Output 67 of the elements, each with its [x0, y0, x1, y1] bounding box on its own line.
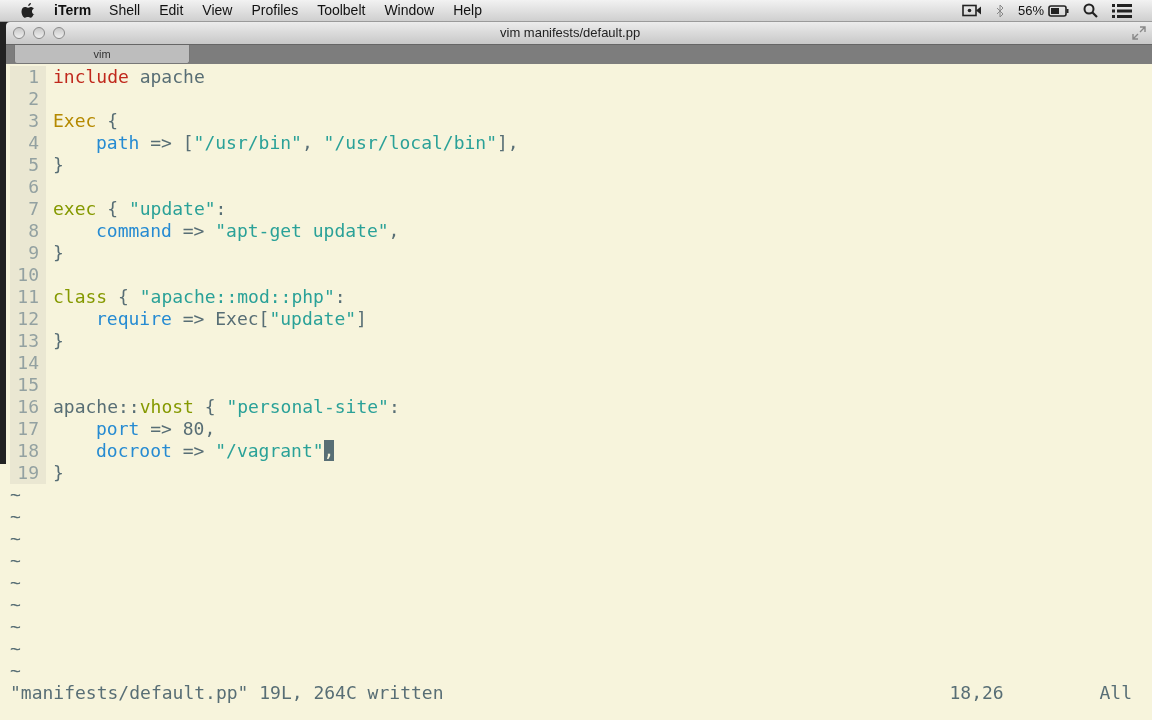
line-number: 16: [10, 396, 46, 418]
line-number: 4: [10, 132, 46, 154]
menu-item[interactable]: View: [202, 0, 233, 21]
apple-icon[interactable]: [20, 2, 36, 19]
battery-icon[interactable]: [1048, 4, 1069, 17]
empty-line-marker: ~: [10, 484, 21, 506]
empty-line-marker: ~: [10, 616, 21, 638]
line-number: 12: [10, 308, 46, 330]
line-number: 2: [10, 88, 46, 110]
line-number: 3: [10, 110, 46, 132]
code-line: command => "apt-get update",: [95, 220, 400, 242]
line-number: 5: [10, 154, 46, 176]
scroll-indicator: All: [1099, 682, 1132, 704]
empty-line-marker: ~: [10, 594, 21, 616]
code-line: class { "apache::mod::php":: [52, 286, 346, 308]
battery-percent[interactable]: 56%: [1017, 0, 1044, 21]
line-number: 6: [10, 176, 46, 198]
code-line: require => Exec["update"]: [95, 308, 367, 330]
line-number: 9: [10, 242, 46, 264]
code-line: exec { "update":: [52, 198, 227, 220]
line-number: 19: [10, 462, 46, 484]
code-line: }: [52, 330, 64, 352]
code-line: }: [52, 462, 64, 484]
list-icon[interactable]: [1112, 3, 1132, 18]
code-line: apache::vhost { "personal-site":: [52, 396, 400, 418]
empty-line-marker: ~: [10, 550, 21, 572]
text-cursor: ,: [323, 440, 335, 461]
line-number: 11: [10, 286, 46, 308]
menu-item[interactable]: Help: [453, 0, 482, 21]
code-line: include apache: [52, 66, 205, 88]
code-line: Exec {: [52, 110, 119, 132]
code-line: path => ["/usr/bin", "/usr/local/bin"],: [95, 132, 519, 154]
menu-item[interactable]: Window: [384, 0, 435, 21]
status-message: "manifests/default.pp" 19L, 264C written: [10, 682, 444, 704]
tab[interactable]: vim: [14, 45, 190, 64]
cursor-position: 18,26: [949, 682, 1005, 704]
line-number: 14: [10, 352, 46, 374]
menu-item[interactable]: Profiles: [251, 0, 299, 21]
code-line: }: [52, 242, 64, 264]
app-menu[interactable]: iTerm: [54, 0, 92, 21]
empty-line-marker: ~: [10, 572, 21, 594]
menu-item[interactable]: Edit: [159, 0, 184, 21]
line-number: 7: [10, 198, 46, 220]
line-number: 15: [10, 374, 46, 396]
close-button[interactable]: [13, 27, 25, 39]
line-number: 18: [10, 440, 46, 462]
bluetooth-icon[interactable]: [995, 3, 1004, 18]
empty-line-marker: ~: [10, 506, 21, 528]
empty-line-marker: ~: [10, 638, 21, 660]
line-number: 10: [10, 264, 46, 286]
camera-icon[interactable]: [961, 4, 982, 17]
line-number: 13: [10, 330, 46, 352]
empty-line-marker: ~: [10, 528, 21, 550]
empty-line-marker: ~: [10, 660, 21, 682]
code-line: docroot => "/vagrant",: [95, 440, 335, 462]
code-line: port => 80,: [95, 418, 216, 440]
window-title: vim manifests/default.pp: [500, 24, 641, 43]
line-number: 17: [10, 418, 46, 440]
menu-item[interactable]: Toolbelt: [317, 0, 366, 21]
minimize-button[interactable]: [33, 27, 45, 39]
line-number: 1: [10, 66, 46, 88]
zoom-button[interactable]: [53, 27, 65, 39]
line-number: 8: [10, 220, 46, 242]
menu-item[interactable]: Shell: [109, 0, 141, 21]
code-line: }: [52, 154, 64, 176]
search-icon[interactable]: [1083, 3, 1098, 18]
fullscreen-icon[interactable]: [1132, 26, 1146, 40]
